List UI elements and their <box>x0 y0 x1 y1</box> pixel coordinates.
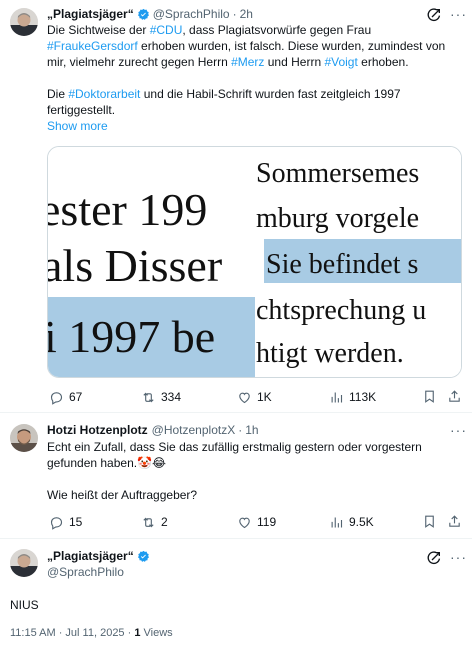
tweet-header: Hotzi Hotzenplotz @HotzenplotzX · 1h <box>47 422 259 438</box>
tweet-header: „Plagiatsjäger“ @SprachPhilo · 2h <box>47 6 253 22</box>
like-icon <box>239 517 250 528</box>
text-line: Echt ein Zufall, dass Sie das zufällig e… <box>47 440 422 454</box>
repost-icon <box>143 517 154 527</box>
reply-icon <box>50 391 63 405</box>
views-button[interactable]: 113K <box>329 389 376 405</box>
handle-row: @SprachPhilo <box>47 564 124 580</box>
text-segment: , dass Plagiatsvorwürfe gegen Frau <box>182 23 372 37</box>
document-comparison-image: ester 199 als Disser i 1997 be Sommersem… <box>48 147 461 377</box>
tweet-text: NIUS <box>10 598 39 612</box>
hashtag-doktorarbeit[interactable]: #Doktorarbeit <box>68 87 140 101</box>
hashtag-voigt[interactable]: #Voigt <box>324 55 357 69</box>
text-segment: und Herrn <box>264 55 325 69</box>
author-handle[interactable]: @HotzenplotzX <box>152 422 236 438</box>
divider <box>0 538 472 539</box>
grok-icon[interactable] <box>426 550 442 566</box>
reply-count: 67 <box>69 390 83 404</box>
tweet-meta: 11:15 AM · Jul 11, 2025 · 1 Views <box>10 625 173 641</box>
author-handle[interactable]: @SprachPhilo <box>47 564 124 580</box>
bookmark-icon[interactable] <box>422 389 437 404</box>
views-count: 9.5K <box>349 515 374 529</box>
text-line: mir, vielmehr zurecht gegen Herrn #Merz … <box>47 54 467 70</box>
avatar-image <box>10 549 38 577</box>
more-icon[interactable]: ··· <box>450 550 467 564</box>
views-count: 113K <box>349 390 377 404</box>
grok-icon[interactable] <box>426 7 442 23</box>
bookmark-icon[interactable] <box>422 514 437 529</box>
repost-count: 334 <box>161 390 182 404</box>
verified-badge-icon <box>137 8 149 20</box>
text-segment: Die <box>47 87 69 101</box>
tweet-1[interactable]: „Plagiatsjäger“ @SprachPhilo · 2h ··· Di… <box>0 0 472 418</box>
avatar[interactable] <box>10 424 38 452</box>
hashtag-frauke-gersdorf[interactable]: #FraukeGersdorf <box>47 39 138 53</box>
scan-right-row5: htigt werden. <box>256 338 404 369</box>
views-label: Views <box>140 627 173 639</box>
text-segment: erhoben. <box>357 55 409 69</box>
repost-icon <box>143 392 154 402</box>
more-icon[interactable]: ··· <box>450 7 467 21</box>
reply-button[interactable]: 15 <box>49 514 82 530</box>
scan-left-row1: ester 199 <box>48 184 207 235</box>
separator-dot: · <box>238 423 243 437</box>
text-segment: erhoben wurden, ist falsch. Diese wurden… <box>137 39 446 53</box>
hashtag-merz[interactable]: #Merz <box>231 55 264 69</box>
author-name[interactable]: „Plagiatsjäger“ <box>47 548 134 564</box>
share-icon[interactable] <box>447 389 462 404</box>
like-button[interactable]: 119 <box>237 514 276 530</box>
separator-dot: · <box>232 7 237 21</box>
avatar-image <box>10 8 38 36</box>
scan-right-row1: Sommersemes <box>256 158 419 189</box>
like-button[interactable]: 1K <box>237 389 272 405</box>
repost-button[interactable]: 2 <box>141 514 168 530</box>
author-handle[interactable]: @SprachPhilo <box>153 6 230 22</box>
views-button[interactable]: 9.5K <box>329 514 374 530</box>
avatar-image <box>10 424 38 452</box>
divider <box>0 412 472 413</box>
text-segment: und die Habil-Schrift wurden fast zeitgl… <box>140 87 401 101</box>
repost-count: 2 <box>161 515 168 529</box>
text-line: gefunden haben.🤡😂 <box>47 456 167 470</box>
tweet-2[interactable]: Hotzi Hotzenplotz @HotzenplotzX · 1h ···… <box>0 418 472 538</box>
scan-right-row2: mburg vorgele <box>256 203 419 234</box>
reply-icon <box>50 516 63 530</box>
like-count: 1K <box>257 390 272 404</box>
post-timestamp[interactable]: 11:15 AM · Jul 11, 2025 · <box>10 627 134 639</box>
like-count: 119 <box>257 515 277 529</box>
reply-count: 15 <box>69 515 83 529</box>
tweet-text: Echt ein Zufall, dass Sie das zufällig e… <box>47 439 467 503</box>
text-line: Die Sichtweise der #CDU, dass Plagiatsvo… <box>47 22 467 38</box>
text-line: fertiggestellt. <box>47 103 116 117</box>
scan-left-row3: i 1997 be <box>48 311 215 362</box>
avatar[interactable] <box>10 8 38 36</box>
views-icon <box>331 517 343 527</box>
repost-button[interactable]: 334 <box>141 389 181 405</box>
text-segment: Die Sichtweise der <box>47 23 150 37</box>
avatar[interactable] <box>10 549 38 577</box>
share-icon[interactable] <box>447 514 462 529</box>
show-more-link[interactable]: Show more <box>47 118 467 134</box>
timestamp[interactable]: 2h <box>240 6 253 22</box>
verified-badge-icon <box>137 550 149 562</box>
hashtag-cdu[interactable]: #CDU <box>150 23 183 37</box>
more-icon[interactable]: ··· <box>450 423 467 437</box>
scan-left-row2: als Disser <box>48 240 222 291</box>
text-segment: mir, vielmehr zurecht gegen Herrn <box>47 55 232 69</box>
tweet-header: „Plagiatsjäger“ <box>47 548 153 564</box>
text-line: Die #Doktorarbeit und die Habil-Schrift … <box>47 86 467 102</box>
author-name[interactable]: „Plagiatsjäger“ <box>47 6 134 22</box>
tweet-image[interactable]: ester 199 als Disser i 1997 be Sommersem… <box>47 146 462 378</box>
text-line: Wie heißt der Auftraggeber? <box>47 488 198 502</box>
main-tweet: „Plagiatsjäger“ @SprachPhilo ··· NIUS 11… <box>0 540 472 651</box>
like-icon <box>239 392 250 403</box>
scan-right-row4: chtsprechung u <box>256 295 426 326</box>
scan-right-row3: Sie befindet s <box>266 249 418 280</box>
reply-button[interactable]: 67 <box>49 389 82 405</box>
timestamp[interactable]: 1h <box>245 422 258 438</box>
text-line: #FraukeGersdorf erhoben wurden, ist fals… <box>47 38 467 54</box>
tweet-text: Die Sichtweise der #CDU, dass Plagiatsvo… <box>47 22 467 134</box>
author-name[interactable]: Hotzi Hotzenplotz <box>47 422 148 438</box>
views-icon <box>331 392 343 402</box>
